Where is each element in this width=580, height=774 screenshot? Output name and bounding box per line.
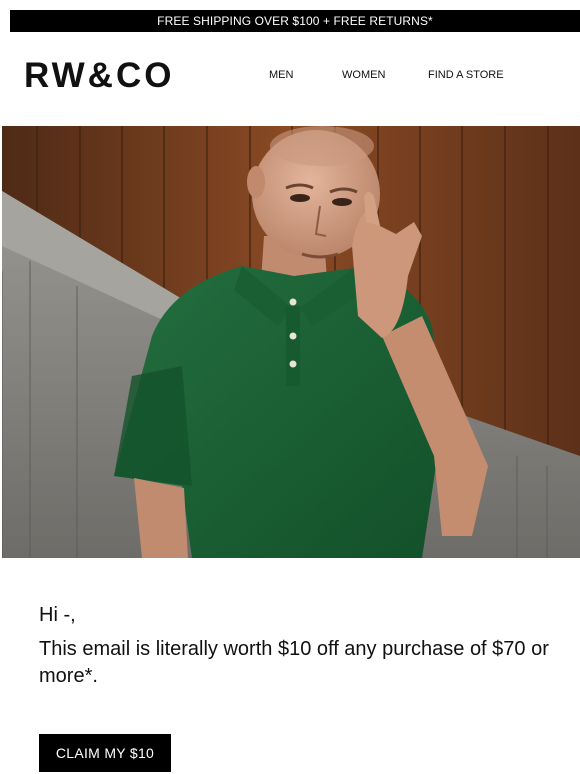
hero-image[interactable] bbox=[2, 126, 580, 558]
nav-women-link[interactable]: WOMEN bbox=[342, 69, 385, 81]
email-page: FREE SHIPPING OVER $100 + FREE RETURNS* … bbox=[0, 0, 580, 774]
shipping-banner[interactable]: FREE SHIPPING OVER $100 + FREE RETURNS* bbox=[10, 10, 580, 32]
nav-find-store-link[interactable]: FIND A STORE bbox=[428, 69, 504, 81]
greeting-text: Hi -, bbox=[39, 604, 76, 626]
rwco-logo[interactable]: RW&CO bbox=[24, 56, 174, 96]
offer-text: This email is literally worth $10 off an… bbox=[39, 638, 549, 687]
email-header: RW&CO MEN WOMEN FIND A STORE bbox=[0, 32, 580, 126]
nav-men-link[interactable]: MEN bbox=[269, 69, 293, 81]
claim-offer-button[interactable]: CLAIM MY $10 bbox=[39, 734, 171, 772]
hero-illustration bbox=[2, 126, 580, 558]
